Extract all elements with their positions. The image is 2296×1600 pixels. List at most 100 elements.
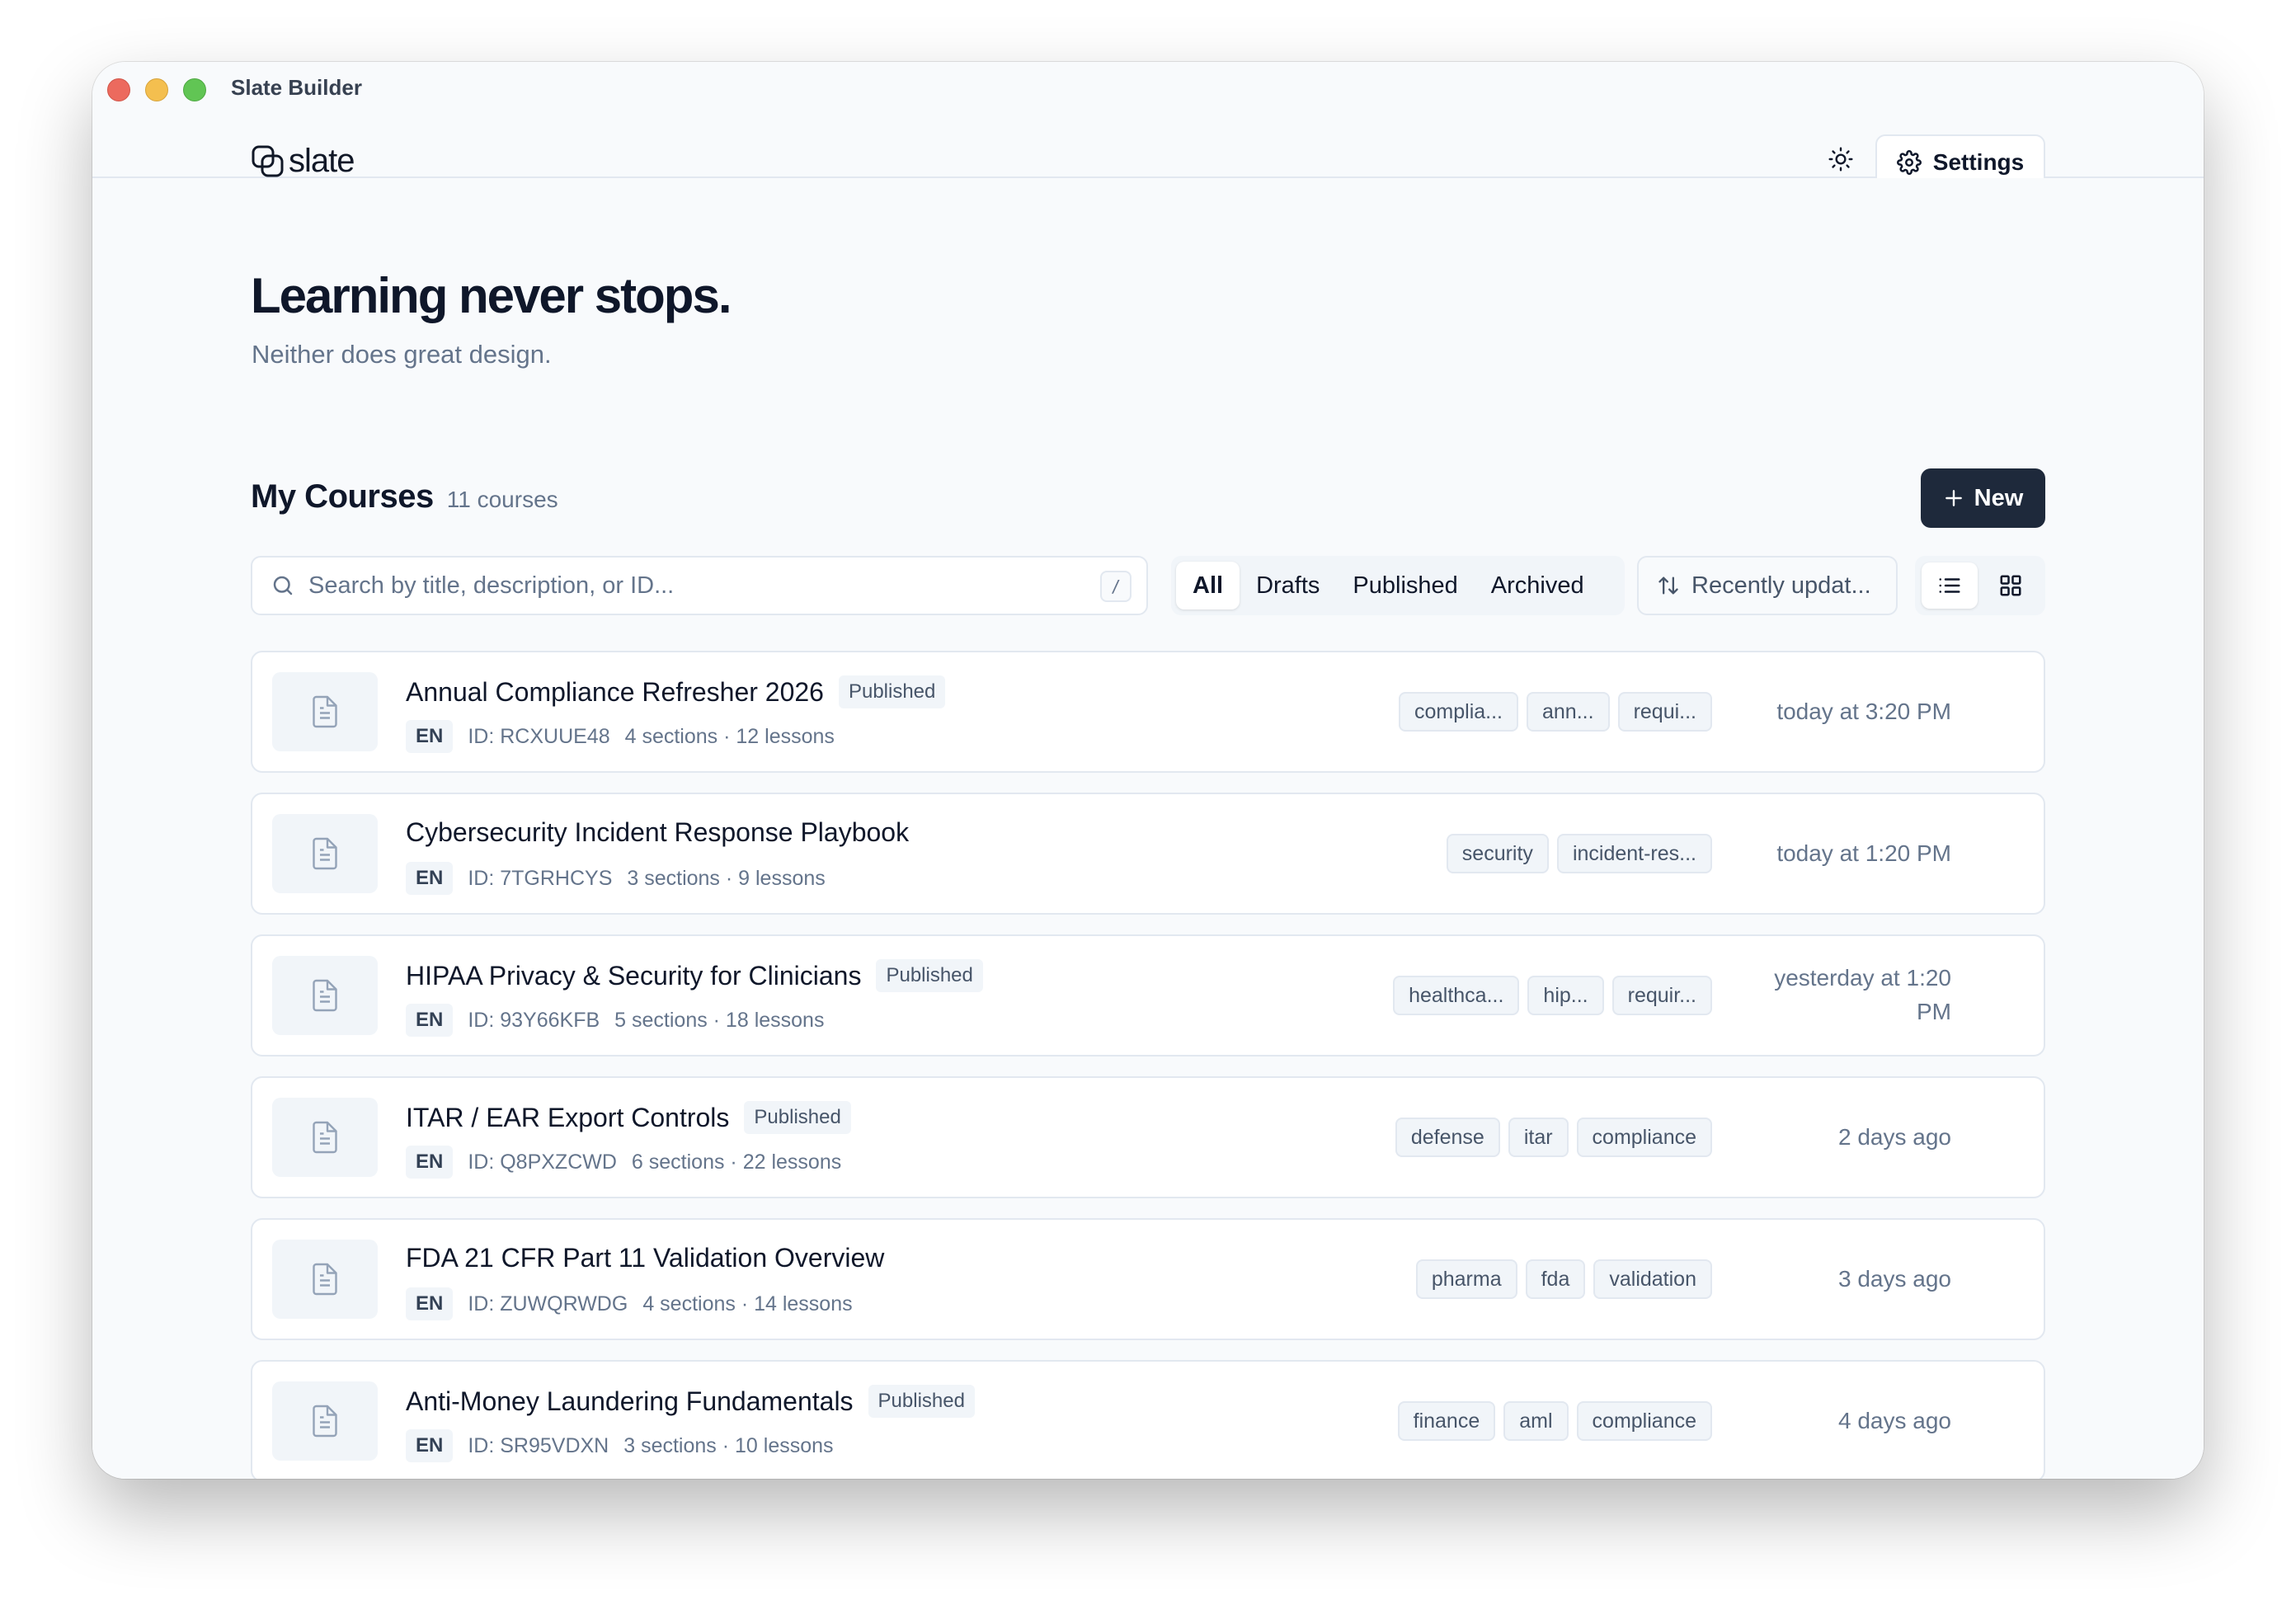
updated-timestamp: 2 days ago — [1838, 1123, 1951, 1150]
tag-list: defense itar compliance — [1395, 1118, 1712, 1157]
list-view-button[interactable] — [1922, 562, 1978, 609]
course-id: ID: ZUWQRWDG — [468, 1292, 628, 1315]
course-thumbnail — [272, 1381, 378, 1461]
theme-toggle-button[interactable] — [1819, 138, 1862, 181]
tag: hip... — [1527, 976, 1604, 1015]
status-badge: Published — [876, 959, 983, 992]
filter-tab-archived[interactable]: Archived — [1475, 562, 1601, 609]
language-badge: EN — [406, 1429, 454, 1462]
course-title: Annual Compliance Refresher 2026 — [406, 676, 824, 707]
course-title: FDA 21 CFR Part 11 Validation Overview — [406, 1243, 885, 1273]
search-input[interactable]: Search by title, description, or ID... / — [251, 556, 1148, 615]
search-placeholder: Search by title, description, or ID... — [308, 572, 675, 599]
tag: itar — [1508, 1118, 1569, 1157]
tag-list: finance aml compliance — [1397, 1401, 1712, 1441]
settings-label: Settings — [1932, 149, 2025, 175]
updated-timestamp: 3 days ago — [1838, 1265, 1951, 1292]
tag: complia... — [1399, 692, 1518, 732]
gear-icon — [1896, 150, 1922, 175]
course-thumbnail — [272, 814, 378, 893]
tag-list: complia... ann... requi... — [1399, 692, 1712, 732]
course-id: ID: RCXUUE48 — [468, 724, 610, 748]
course-title: Cybersecurity Incident Response Playbook — [406, 817, 910, 847]
tag: ann... — [1527, 692, 1610, 732]
document-icon — [313, 1405, 337, 1438]
window-controls — [107, 78, 206, 101]
grid-view-button[interactable] — [1983, 562, 2039, 609]
tag: compliance — [1576, 1401, 1712, 1441]
tag: healthca... — [1393, 976, 1520, 1015]
course-id: ID: SR95VDXN — [468, 1433, 609, 1457]
tag: security — [1446, 834, 1549, 873]
filter-tab-all[interactable]: All — [1176, 562, 1240, 609]
document-icon — [313, 1263, 337, 1296]
updated-timestamp: today at 3:20 PM — [1776, 698, 1951, 724]
tag: requir... — [1611, 976, 1712, 1015]
slate-logo-icon — [252, 145, 284, 176]
language-badge: EN — [406, 1146, 454, 1179]
view-toggle — [1915, 556, 2045, 615]
course-id: ID: Q8PXZCWD — [468, 1150, 617, 1174]
logo-text: slate — [289, 143, 355, 179]
tag: validation — [1593, 1259, 1712, 1299]
status-badge: Published — [744, 1101, 851, 1134]
section-title: My Courses — [251, 478, 434, 515]
course-title: HIPAA Privacy & Security for Clinicians — [406, 960, 862, 991]
course-row[interactable]: ITAR / EAR Export Controls Published EN … — [251, 1076, 2045, 1198]
course-row[interactable]: Cybersecurity Incident Response Playbook… — [251, 793, 2045, 915]
sun-icon — [1828, 147, 1853, 172]
app-window: Slate Builder slate Settings Learning ne… — [92, 62, 2204, 1479]
course-structure: 3 sections · 10 lessons — [623, 1433, 834, 1457]
tag: fda — [1525, 1259, 1586, 1299]
document-icon — [313, 837, 337, 870]
course-row[interactable]: FDA 21 CFR Part 11 Validation Overview E… — [251, 1218, 2045, 1340]
course-structure: 4 sections · 14 lessons — [642, 1292, 853, 1315]
zoom-window-button[interactable] — [183, 78, 206, 101]
sort-dropdown[interactable]: Recently updat... — [1637, 556, 1898, 615]
close-window-button[interactable] — [107, 78, 130, 101]
status-filter-tabs: All Drafts Published Archived — [1171, 556, 1625, 615]
main-content: Learning never stops. Neither does great… — [92, 178, 2204, 1479]
sort-label: Recently updat... — [1691, 572, 1871, 599]
course-thumbnail — [272, 1240, 378, 1319]
updated-timestamp: yesterday at 1:20 PM — [1774, 965, 1951, 1024]
tag: defense — [1395, 1118, 1500, 1157]
filter-tab-published[interactable]: Published — [1336, 562, 1474, 609]
course-row[interactable]: Annual Compliance Refresher 2026 Publish… — [251, 651, 2045, 773]
list-icon — [1939, 578, 1960, 593]
course-count: 11 courses — [446, 487, 558, 512]
course-structure: 6 sections · 22 lessons — [631, 1150, 842, 1174]
course-id: ID: 93Y66KFB — [468, 1008, 600, 1032]
search-icon — [273, 576, 293, 595]
new-course-button[interactable]: New — [1921, 468, 2045, 528]
document-icon — [313, 979, 337, 1012]
sort-arrows-icon — [1658, 576, 1678, 595]
hero-subtitle: Neither does great design. — [252, 340, 552, 369]
language-badge: EN — [406, 1004, 454, 1037]
course-row[interactable]: Anti-Money Laundering Fundamentals Publi… — [251, 1360, 2045, 1479]
app-logo[interactable]: slate — [251, 143, 355, 180]
window-title: Slate Builder — [231, 75, 362, 100]
status-badge: Published — [838, 675, 946, 708]
course-structure: 3 sections · 9 lessons — [627, 866, 826, 890]
tag: requi... — [1617, 692, 1712, 732]
filter-tab-drafts[interactable]: Drafts — [1240, 562, 1336, 609]
courses-heading: My Courses 11 courses — [251, 478, 558, 515]
plus-icon — [1945, 490, 1962, 506]
course-title: ITAR / EAR Export Controls — [406, 1102, 730, 1132]
tag: compliance — [1576, 1118, 1712, 1157]
tag: pharma — [1415, 1259, 1517, 1299]
tag-list: pharma fda validation — [1415, 1259, 1712, 1299]
course-thumbnail — [272, 1098, 378, 1177]
language-badge: EN — [406, 720, 454, 753]
new-course-label: New — [1974, 484, 2024, 511]
course-structure: 4 sections · 12 lessons — [624, 724, 835, 748]
minimize-window-button[interactable] — [145, 78, 168, 101]
language-badge: EN — [406, 1287, 454, 1320]
status-badge: Published — [868, 1385, 975, 1418]
course-title: Anti-Money Laundering Fundamentals — [406, 1386, 854, 1416]
course-thumbnail — [272, 672, 378, 751]
course-structure: 5 sections · 18 lessons — [614, 1008, 825, 1032]
course-row[interactable]: HIPAA Privacy & Security for Clinicians … — [251, 934, 2045, 1056]
document-icon — [313, 695, 337, 728]
